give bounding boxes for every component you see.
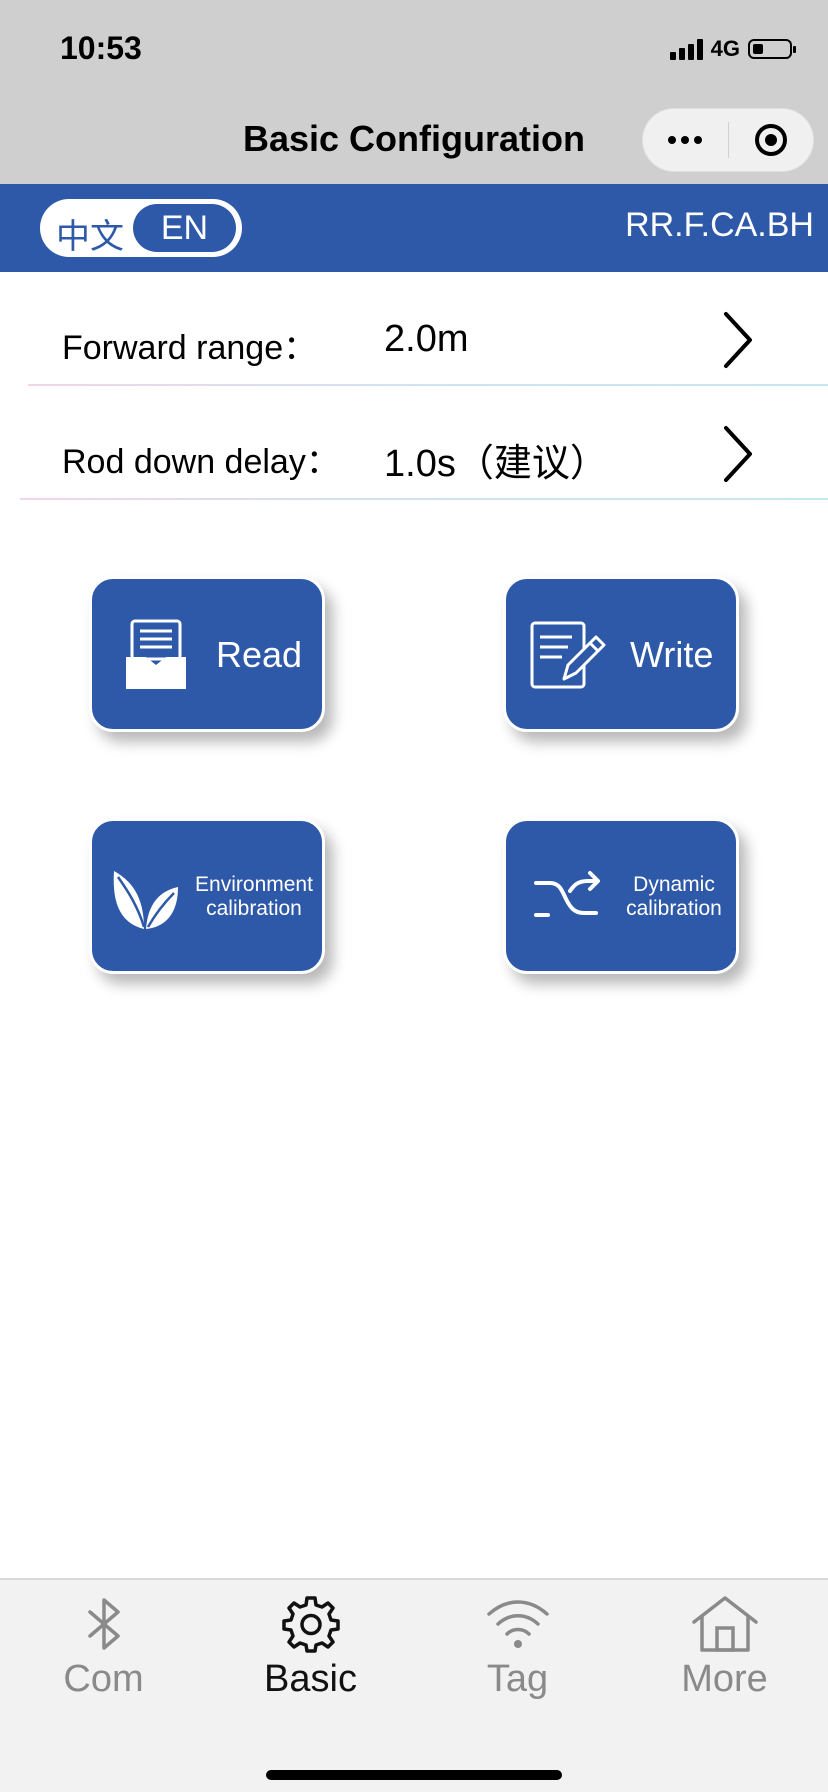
dynamic-calibration-label: Dynamic calibration bbox=[626, 873, 722, 920]
setting-value: 2.0m bbox=[384, 318, 469, 360]
inbox-read-icon bbox=[126, 619, 186, 689]
setting-label: Forward range： bbox=[62, 329, 318, 367]
signal-icon bbox=[669, 38, 703, 60]
tab-label: Com bbox=[63, 1658, 144, 1700]
tab-bar: Com Basic Tag More bbox=[0, 1578, 828, 1792]
tab-tag[interactable]: Tag bbox=[414, 1594, 621, 1704]
nav-bar: Basic Configuration bbox=[0, 100, 828, 184]
shuffle-icon bbox=[534, 871, 600, 917]
close-miniapp-button[interactable] bbox=[729, 109, 814, 171]
bluetooth-icon bbox=[87, 1598, 120, 1650]
setting-row-rod-down-delay[interactable]: Rod down delay： 1.0s（建议） bbox=[0, 400, 828, 500]
setting-value: 1.0s（建议） bbox=[384, 443, 608, 485]
network-type: 4G bbox=[710, 36, 740, 61]
environment-calibration-button[interactable]: Environment calibration bbox=[89, 818, 325, 974]
home-icon bbox=[691, 1596, 758, 1652]
row-divider bbox=[28, 384, 828, 386]
status-time: 10:53 bbox=[60, 30, 142, 66]
home-indicator bbox=[266, 1770, 562, 1780]
read-label: Read bbox=[216, 634, 303, 675]
setting-row-forward-range[interactable]: Forward range： 2.0m bbox=[0, 286, 828, 386]
lang-option-zh[interactable]: 中文 bbox=[56, 209, 124, 258]
row-divider bbox=[20, 498, 828, 500]
chevron-right-icon bbox=[724, 426, 752, 482]
target-icon bbox=[754, 124, 787, 156]
status-indicators: 4G bbox=[669, 36, 796, 62]
leaf-icon bbox=[113, 871, 178, 929]
tab-label: More bbox=[681, 1658, 768, 1700]
write-button[interactable]: Write bbox=[503, 576, 739, 732]
language-toggle[interactable]: 中文 EN bbox=[40, 199, 242, 257]
tab-more[interactable]: More bbox=[621, 1594, 828, 1704]
more-menu-button[interactable] bbox=[643, 109, 728, 171]
model-code: RR.F.CA.BH bbox=[625, 206, 814, 244]
setting-label: Rod down delay： bbox=[62, 443, 340, 481]
wifi-icon bbox=[486, 1600, 549, 1648]
tab-label: Basic bbox=[264, 1658, 357, 1700]
battery-icon bbox=[748, 39, 796, 59]
chevron-right-icon bbox=[724, 312, 752, 368]
tab-basic[interactable]: Basic bbox=[207, 1594, 414, 1704]
dynamic-calibration-button[interactable]: Dynamic calibration bbox=[503, 818, 739, 974]
lang-option-en[interactable]: EN bbox=[133, 204, 236, 252]
miniapp-capsule bbox=[642, 108, 814, 172]
edit-document-icon bbox=[530, 621, 606, 689]
header-bar: 中文 EN RR.F.CA.BH bbox=[0, 184, 828, 272]
tab-label: Tag bbox=[486, 1658, 549, 1700]
read-button[interactable]: Read bbox=[89, 576, 325, 732]
gear-icon bbox=[281, 1596, 340, 1653]
write-label: Write bbox=[630, 634, 714, 675]
tab-com[interactable]: Com bbox=[0, 1594, 207, 1704]
status-bar: 10:53 4G bbox=[0, 0, 828, 100]
more-dots-icon bbox=[668, 136, 703, 144]
environment-calibration-label: Environment calibration bbox=[195, 873, 313, 920]
